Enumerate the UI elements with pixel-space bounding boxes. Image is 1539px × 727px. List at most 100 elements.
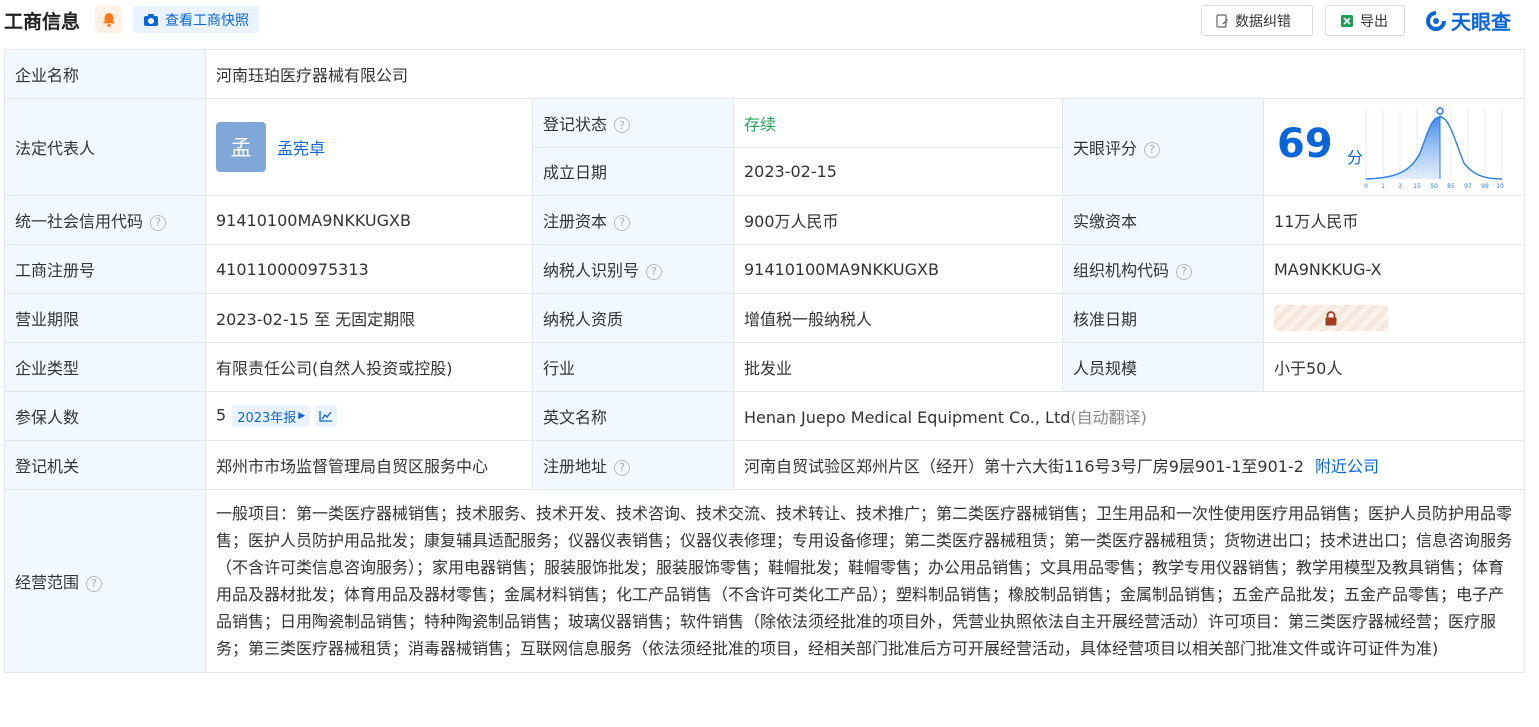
org-code-label-cell: 组织机构代码? [1062,244,1264,294]
export-button[interactable]: 导出 [1325,5,1405,36]
score-tick-label: 50 [1430,183,1438,190]
help-icon[interactable]: ? [86,575,103,592]
section-title: 工商信息 [4,11,81,33]
header-bar: 工商信息 查看工商快照 数据纠错 导出 天眼查 [0,0,1539,46]
company-name-label: 企业名称 [4,49,206,99]
auto-translate-note: (自动翻译) [1070,408,1147,427]
address-label: 注册地址 [543,457,608,476]
english-name-cell: Henan Juepo Medical Equipment Co., Ltd(自… [732,391,1526,441]
annual-report-badge[interactable]: 2023年报 ▶ [232,405,311,427]
insured-value: 5 [216,405,227,425]
lock-icon [1325,310,1337,325]
view-snapshot-button[interactable]: 查看工商快照 [133,6,259,33]
tianyan-score-label: 天眼评分 [1073,139,1138,158]
staff-size-label: 人员规模 [1062,342,1264,392]
scope-label-cell: 经营范围? [4,489,206,673]
score-tick-label: 99 [1481,183,1489,190]
score-tick-label: 1 [1381,183,1385,190]
paid-capital-label: 实缴资本 [1062,195,1264,245]
table-row: 工商注册号 410110000975313 纳税人识别号? 91410100MA… [4,244,1526,294]
reg-status-label-cell: 登记状态? [532,98,734,148]
trend-chart-button[interactable] [315,405,338,427]
help-icon[interactable]: ? [150,214,167,231]
table-row: 统一社会信用代码? 91410100MA9NKKUGXB 注册资本? 900万人… [4,195,1526,245]
view-snapshot-label: 查看工商快照 [165,12,249,29]
org-code-label: 组织机构代码 [1073,261,1170,280]
table-row: 参保人数 5 2023年报 ▶ 英文名称 Henan Juepo Medical E… [4,391,1526,441]
taxpayer-qual-label: 纳税人资质 [532,293,734,343]
insured-label: 参保人数 [4,391,206,441]
help-icon[interactable]: ? [1176,263,1193,280]
reg-status-label: 登记状态 [543,114,608,134]
data-correct-button[interactable]: 数据纠错 [1201,5,1313,36]
taxpayer-qual-value: 增值税一般纳税人 [733,293,1063,343]
bell-icon [102,12,115,27]
term-value: 2023-02-15 至 无固定期限 [205,293,533,343]
approve-date-label: 核准日期 [1062,293,1264,343]
excel-icon [1341,14,1353,27]
tianyan-score-label-cell: 天眼评分? [1062,98,1264,196]
export-label: 导出 [1360,13,1388,30]
taxpayer-id-value: 91410100MA9NKKUGXB [733,244,1063,294]
avatar[interactable]: 孟 [216,122,266,172]
business-info-table: 企业名称 河南珏珀医疗器械有限公司 法定代表人 孟 孟宪卓 登记状态? 存续 天… [4,49,1526,673]
credit-code-label: 统一社会信用代码 [15,212,144,231]
help-icon[interactable]: ? [1144,141,1161,158]
help-icon[interactable]: ? [614,117,631,134]
address-cell: 河南自贸试验区郑州片区（经开）第十六大街116号3号厂房9层901-1至901-… [732,440,1526,490]
approve-date-cell [1262,293,1526,343]
english-name-label: 英文名称 [532,391,734,441]
reg-capital-value: 900万人民币 [733,195,1063,245]
help-icon[interactable]: ? [614,459,631,476]
address-label-cell: 注册地址? [532,440,734,490]
help-icon[interactable]: ? [614,214,631,231]
nearby-companies-link[interactable]: 附近公司 [1315,457,1379,476]
trend-icon [319,411,333,422]
type-value: 有限责任公司(自然人投资或控股) [205,342,533,392]
authority-value: 郑州市市场监督管理局自贸区服务中心 [205,440,533,490]
company-name-value: 河南珏珀医疗器械有限公司 [204,49,1526,99]
org-code-value: MA9NKKUG-X [1262,244,1526,294]
table-row: 法定代表人 孟 孟宪卓 登记状态? 存续 天眼评分? 69 分 0 1 3 15… [4,98,1526,196]
edit-icon [1216,13,1228,28]
score-distribution-chart: 0 1 3 15 50 85 97 99 100 [1364,107,1504,190]
table-row: 企业名称 河南珏珀医疗器械有限公司 [4,49,1526,99]
reg-capital-label: 注册资本 [543,212,608,231]
taxpayer-id-label: 纳税人识别号 [543,261,640,280]
tianyancha-logo[interactable]: 天眼查 [1424,6,1511,35]
paid-capital-value: 11万人民币 [1262,195,1526,245]
score-tick-label: 15 [1413,183,1421,190]
taxpayer-id-label-cell: 纳税人识别号? [532,244,734,294]
found-date-label: 成立日期 [532,146,734,196]
reg-capital-label-cell: 注册资本? [532,195,734,245]
annual-report-label: 2023年报 [237,410,297,426]
score-tick-label: 0 [1364,183,1368,190]
score-tick-label: 85 [1447,183,1455,190]
table-row: 登记机关 郑州市市场监督管理局自贸区服务中心 注册地址? 河南自贸试验区郑州片区… [4,440,1526,490]
logo-text: 天眼查 [1451,10,1511,34]
scope-value: 一般项目：第一类医疗器械销售；技术服务、技术开发、技术咨询、技术交流、技术转让、… [204,489,1526,673]
tianyan-score-unit: 分 [1347,148,1364,167]
reg-no-label: 工商注册号 [4,244,206,294]
table-row: 营业期限 2023-02-15 至 无固定期限 纳税人资质 增值税一般纳税人 核… [4,293,1526,343]
score-tick-label: 97 [1464,183,1472,190]
insured-cell: 5 2023年报 ▶ [205,391,533,441]
help-icon[interactable]: ? [646,263,663,280]
locked-content-bar[interactable] [1274,305,1388,331]
credit-code-label-cell: 统一社会信用代码? [4,195,206,245]
type-label: 企业类型 [4,342,206,392]
authority-label: 登记机关 [4,440,206,490]
industry-value: 批发业 [733,342,1063,392]
bell-button[interactable] [95,6,122,33]
address-value: 河南自贸试验区郑州片区（经开）第十六大街116号3号厂房9层901-1至901-… [744,457,1304,476]
credit-code-value: 91410100MA9NKKUGXB [205,195,533,245]
tianyan-score-value: 69 [1277,121,1333,167]
reg-status-value: 存续 [733,98,1063,148]
table-row: 企业类型 有限责任公司(自然人投资或控股) 行业 批发业 人员规模 小于50人 [4,342,1526,392]
legal-rep-name-link[interactable]: 孟宪卓 [277,135,325,159]
caret-right-icon: ▶ [298,411,306,421]
table-row: 经营范围? 一般项目：第一类医疗器械销售；技术服务、技术开发、技术咨询、技术交流… [4,489,1526,673]
tianyan-score-cell[interactable]: 69 分 0 1 3 15 50 85 97 99 10 [1262,98,1526,196]
legal-rep-cell: 孟 孟宪卓 [205,98,533,196]
camera-icon [144,13,158,26]
